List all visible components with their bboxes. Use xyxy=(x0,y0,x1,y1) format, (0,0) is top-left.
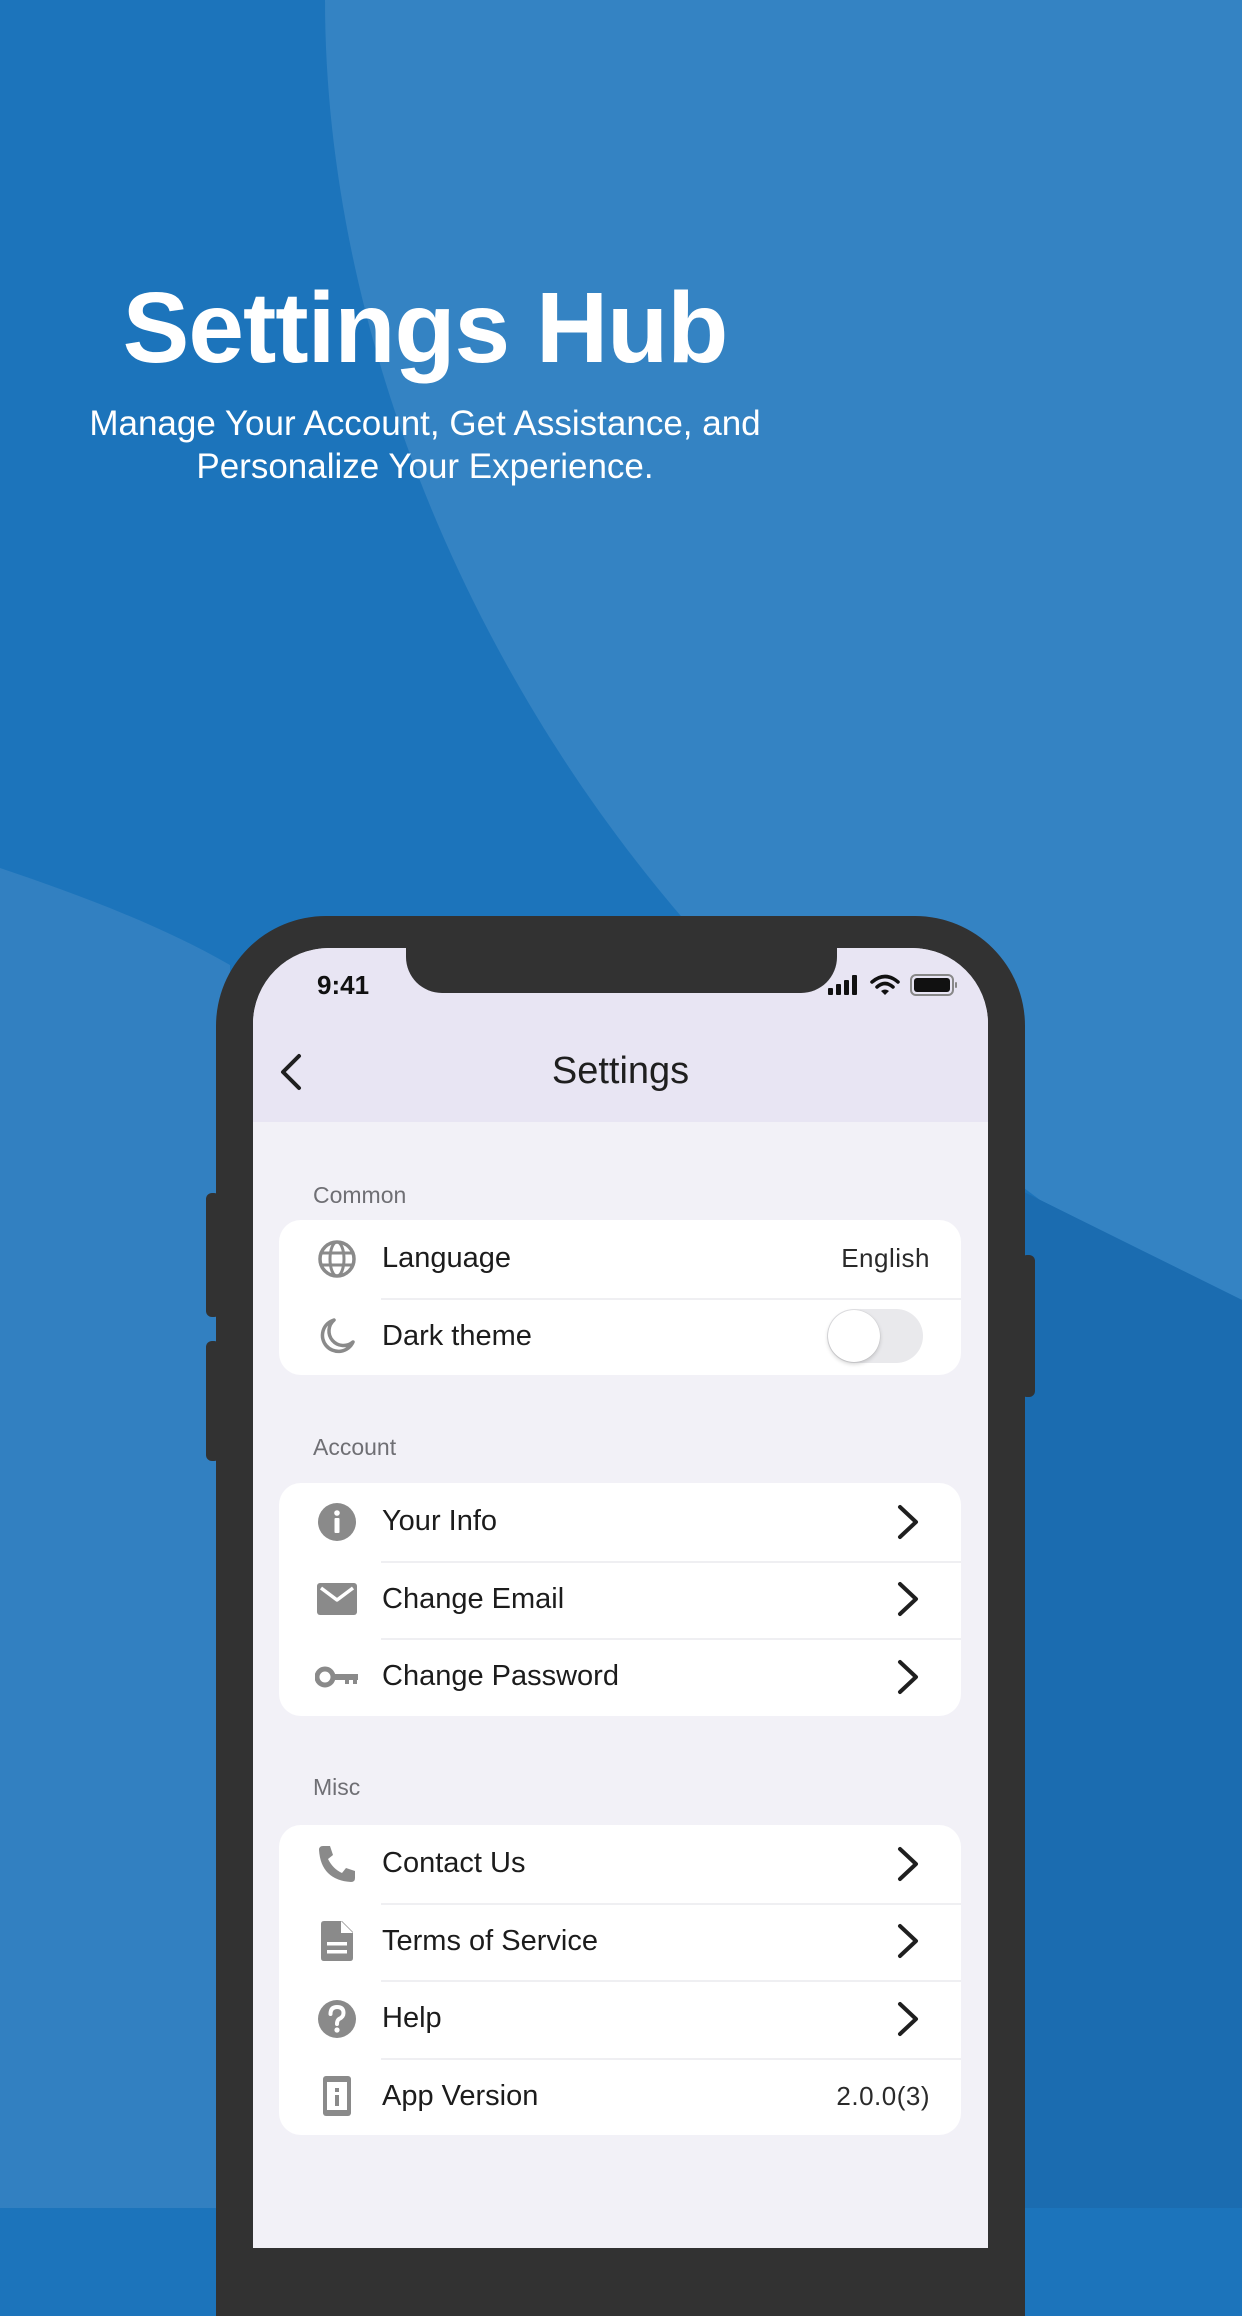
card-common: Language English Dark theme xyxy=(279,1220,961,1375)
chevron-right-icon xyxy=(898,1504,918,1539)
row-label: Language xyxy=(382,1242,512,1275)
phone-icon xyxy=(315,1842,359,1886)
hero-subtitle-line-2: Personalize Your Experience. xyxy=(196,447,654,486)
row-label: Your Info xyxy=(382,1505,498,1538)
status-time: 9:41 xyxy=(317,970,370,1000)
row-label: Dark theme xyxy=(382,1319,532,1352)
navigation-bar: 9:41 Settings xyxy=(253,948,988,1122)
chevron-right-icon xyxy=(898,1846,918,1881)
section-label-account: Account xyxy=(313,1434,397,1460)
row-change-password[interactable]: Change Password xyxy=(279,1638,961,1716)
card-misc: Contact Us Terms of Service Help App Ver… xyxy=(279,1825,961,2135)
language-value: English xyxy=(841,1243,930,1274)
status-icons xyxy=(828,974,958,996)
dark-theme-toggle[interactable] xyxy=(827,1309,923,1364)
row-label: Terms of Service xyxy=(382,1924,598,1957)
globe-icon xyxy=(315,1237,359,1281)
hero-subtitle: Manage Your Account, Get Assistance, and… xyxy=(0,402,850,488)
key-icon xyxy=(315,1655,359,1699)
row-label: Change Email xyxy=(382,1582,565,1615)
mail-icon xyxy=(315,1577,359,1621)
moon-icon xyxy=(315,1314,359,1358)
row-contact-us[interactable]: Contact Us xyxy=(279,1825,961,1903)
cellular-signal-icon xyxy=(828,975,857,995)
section-label-common: Common xyxy=(313,1182,407,1208)
row-label: Help xyxy=(382,2002,442,2035)
row-language[interactable]: Language English xyxy=(279,1220,961,1298)
hero-title: Settings Hub xyxy=(122,272,729,384)
row-terms-of-service[interactable]: Terms of Service xyxy=(279,1902,961,1981)
chevron-right-icon xyxy=(898,1924,918,1959)
chevron-right-icon xyxy=(898,1659,918,1694)
info-icon xyxy=(315,1500,359,1544)
row-label: Contact Us xyxy=(382,1847,526,1880)
wifi-icon xyxy=(870,974,900,995)
chevron-right-icon xyxy=(898,1582,918,1617)
page-title: Settings xyxy=(551,1050,690,1092)
row-your-info[interactable]: Your Info xyxy=(279,1483,961,1561)
phone-screen: 9:41 Settings Common Language English Da… xyxy=(253,948,988,2248)
device-info-icon xyxy=(315,2074,359,2118)
row-app-version: App Version 2.0.0(3) xyxy=(279,2057,961,2136)
row-help[interactable]: Help xyxy=(279,1980,961,2058)
battery-icon xyxy=(910,974,957,996)
document-icon xyxy=(315,1919,359,1963)
card-account: Your Info Change Email Change Password xyxy=(279,1483,961,1716)
toggle-knob xyxy=(828,1310,880,1363)
hero-subtitle-line-1: Manage Your Account, Get Assistance, and xyxy=(89,404,761,443)
phone-notch xyxy=(406,948,837,993)
row-label: Change Password xyxy=(382,1660,619,1693)
section-label-misc: Misc xyxy=(313,1774,361,1800)
row-dark-theme: Dark theme xyxy=(279,1297,961,1376)
row-change-email[interactable]: Change Email xyxy=(279,1560,961,1639)
help-icon xyxy=(315,1997,359,2041)
app-version-value: 2.0.0(3) xyxy=(836,2080,930,2111)
chevron-right-icon xyxy=(898,2001,918,2036)
row-label: App Version xyxy=(382,2079,539,2112)
